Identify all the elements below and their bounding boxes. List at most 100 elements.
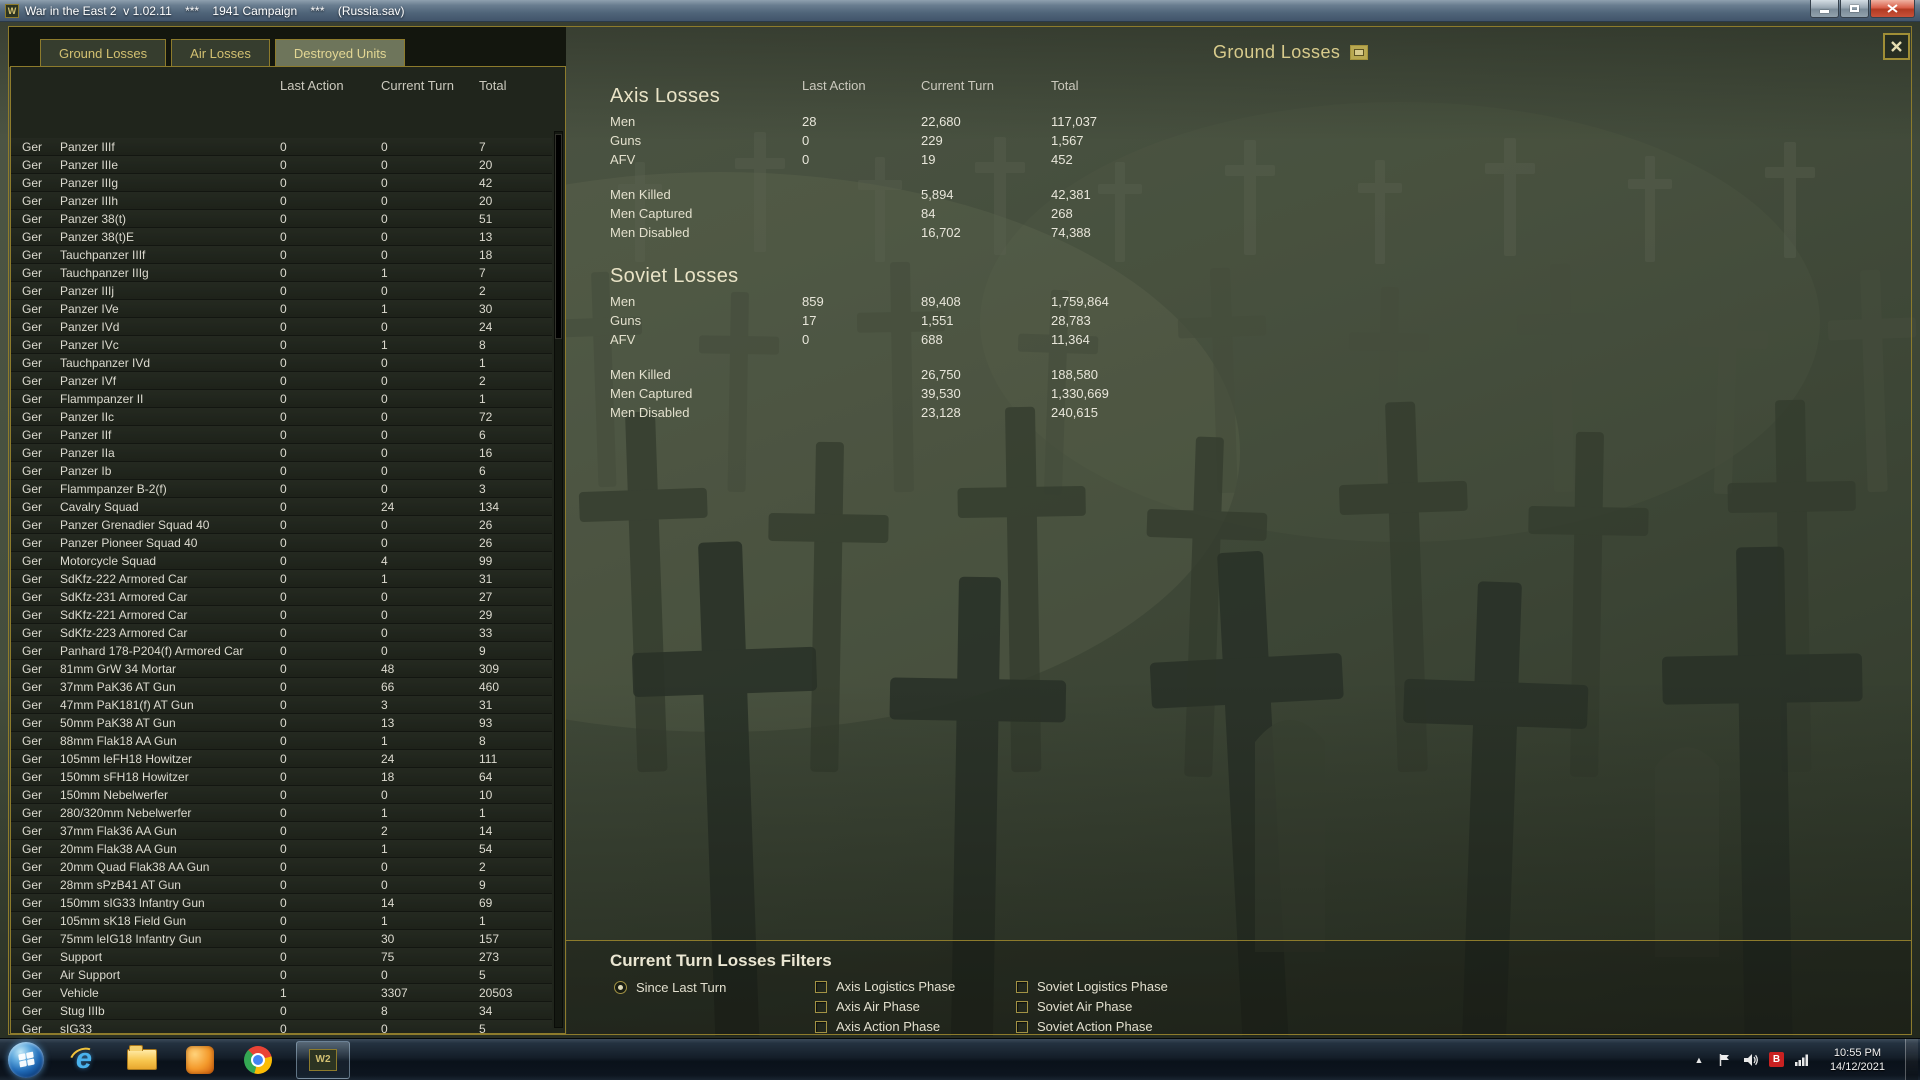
cell-equipment-name: Panzer Grenadier Squad 40 [60,517,210,532]
maximize-button[interactable] [1840,0,1869,18]
cell-last-action: 0 [280,571,287,586]
cell-equipment-name: 50mm PaK38 AT Gun [60,715,176,730]
table-row: Ger SdKfz-221 Armored Car 0 0 29 [11,606,552,624]
cell-nationality: Ger [22,355,43,370]
cell-current-turn: 1 [381,805,388,820]
filter-checkbox-row[interactable]: Axis Logistics Phase [815,979,955,994]
cell-last-action: 0 [280,661,287,676]
since-last-turn-option[interactable]: Since Last Turn [614,980,726,995]
loss-detail-row: Men Disabled 16,702 74,388 [610,225,1091,240]
table-row: Ger 280/320mm Nebelwerfer 0 1 1 [11,804,552,822]
cell-total: 7 [479,265,486,280]
cell-nationality: Ger [22,931,43,946]
tab-destroyed-units[interactable]: Destroyed Units [274,39,406,67]
taskbar-internet-explorer[interactable]: e [64,1042,104,1079]
cell-nationality: Ger [22,373,43,388]
close-icon [1887,4,1898,13]
cell-nationality: Ger [22,751,43,766]
table-row: Ger Panzer Grenadier Squad 40 0 0 26 [11,516,552,534]
cell-total: 8 [479,733,486,748]
cell-last-action: 0 [280,409,287,424]
cell-total: 14 [479,823,493,838]
cell-current-turn: 0 [381,409,388,424]
filter-checkbox-row[interactable]: Axis Air Phase [815,999,955,1014]
network-icon[interactable] [1794,1052,1810,1068]
cell-current-turn: 30 [381,931,395,946]
cell-nationality: Ger [22,553,43,568]
filter-checkbox-row[interactable]: Soviet Air Phase [1016,999,1168,1014]
close-button[interactable] [1870,0,1915,18]
cell-nationality: Ger [22,985,43,1000]
checkbox-icon[interactable] [815,1020,827,1033]
clock-date: 14/12/2021 [1829,1060,1885,1073]
cell-nationality: Ger [22,877,43,892]
cell-last-action: 0 [280,1021,287,1034]
table-row: Ger Motorcycle Squad 0 4 99 [11,552,552,570]
table-row: Ger 105mm sK18 Field Gun 0 1 1 [11,912,552,930]
desktop-screen: W War in the East 2 v 1.02.11 *** 1941 C… [0,0,1920,1080]
cell-nationality: Ger [22,427,43,442]
window-titlebar[interactable]: W War in the East 2 v 1.02.11 *** 1941 C… [0,0,1920,22]
report-grid-icon[interactable] [1350,45,1368,60]
table-row: Ger SdKfz-223 Armored Car 0 0 33 [11,624,552,642]
cell-total: 2 [479,283,486,298]
table-scrollbar[interactable] [554,131,563,1028]
tab-ground-losses[interactable]: Ground Losses [40,39,167,67]
filter-checkbox-row[interactable]: Soviet Action Phase [1016,1019,1168,1034]
action-center-flag-icon[interactable] [1717,1052,1733,1068]
cell-total: 64 [479,769,493,784]
app-badge-b-icon[interactable]: B [1768,1052,1784,1067]
minimize-button[interactable] [1810,0,1839,18]
filter-checkbox-row[interactable]: Soviet Logistics Phase [1016,979,1168,994]
filter-checkbox-row[interactable]: Axis Action Phase [815,1019,955,1034]
cell-equipment-name: 105mm sK18 Field Gun [60,913,187,928]
loss-row: Guns 17 1,551 28,783 [610,313,1091,328]
cell-total: 26 [479,535,493,550]
cell-nationality: Ger [22,967,43,982]
table-row: Ger Tauchpanzer IVd 0 0 1 [11,354,552,372]
table-row: Ger Tauchpanzer IIIg 0 1 7 [11,264,552,282]
checkbox-icon[interactable] [815,1000,827,1013]
show-desktop-button[interactable] [1905,1039,1918,1080]
volume-icon[interactable] [1743,1052,1759,1068]
start-button[interactable] [8,1041,44,1078]
cell-last-action: 0 [280,355,287,370]
taskbar-chrome[interactable] [238,1042,278,1078]
cell-current-turn: 75 [381,949,395,964]
tab-air-losses[interactable]: Air Losses [171,39,270,67]
cell-last-action: 0 [280,643,287,658]
scrollbar-thumb[interactable] [555,134,562,339]
dialog-close-button[interactable] [1883,33,1910,60]
cell-nationality: Ger [22,625,43,640]
table-row: Ger Support 0 75 273 [11,948,552,966]
cell-current-turn: 14 [381,895,395,910]
cell-total: 5 [479,1021,486,1034]
cell-total: 26 [479,517,493,532]
cell-current-turn: 0 [381,481,388,496]
cell-total: 157 [479,931,500,946]
radio-icon[interactable] [614,981,627,994]
cell-equipment-name: Air Support [60,967,121,982]
checkbox-icon[interactable] [1016,1020,1028,1033]
checkbox-icon[interactable] [815,980,827,993]
axis-phase-filters: Axis Logistics Phase Axis Air Phase Axis… [815,979,955,1034]
cell-total: 9 [479,877,486,892]
hidden-icons-chevron[interactable]: ▲ [1691,1052,1707,1068]
checkbox-label: Soviet Action Phase [1037,1019,1153,1034]
cell-total: 69 [479,895,493,910]
game-window: Ground Losses Air Losses Destroyed Units… [0,22,1920,1038]
taskbar-clock[interactable]: 10:55 PM 14/12/2021 [1820,1046,1895,1074]
cell-total: 460 [479,679,500,694]
cell-current-turn: 13 [381,715,395,730]
table-row: Ger Panzer IIf 0 0 6 [11,426,552,444]
col-total: Total [1051,78,1079,93]
taskbar-media-app[interactable] [180,1042,220,1078]
taskbar-file-explorer[interactable] [122,1042,162,1078]
checkbox-icon[interactable] [1016,1000,1028,1013]
cell-last-action: 0 [280,247,287,262]
cell-last-action: 0 [280,445,287,460]
checkbox-icon[interactable] [1016,980,1028,993]
taskbar-war-in-the-east[interactable]: W2 [296,1040,350,1079]
cell-current-turn: 24 [381,751,395,766]
cell-total: 6 [479,463,486,478]
